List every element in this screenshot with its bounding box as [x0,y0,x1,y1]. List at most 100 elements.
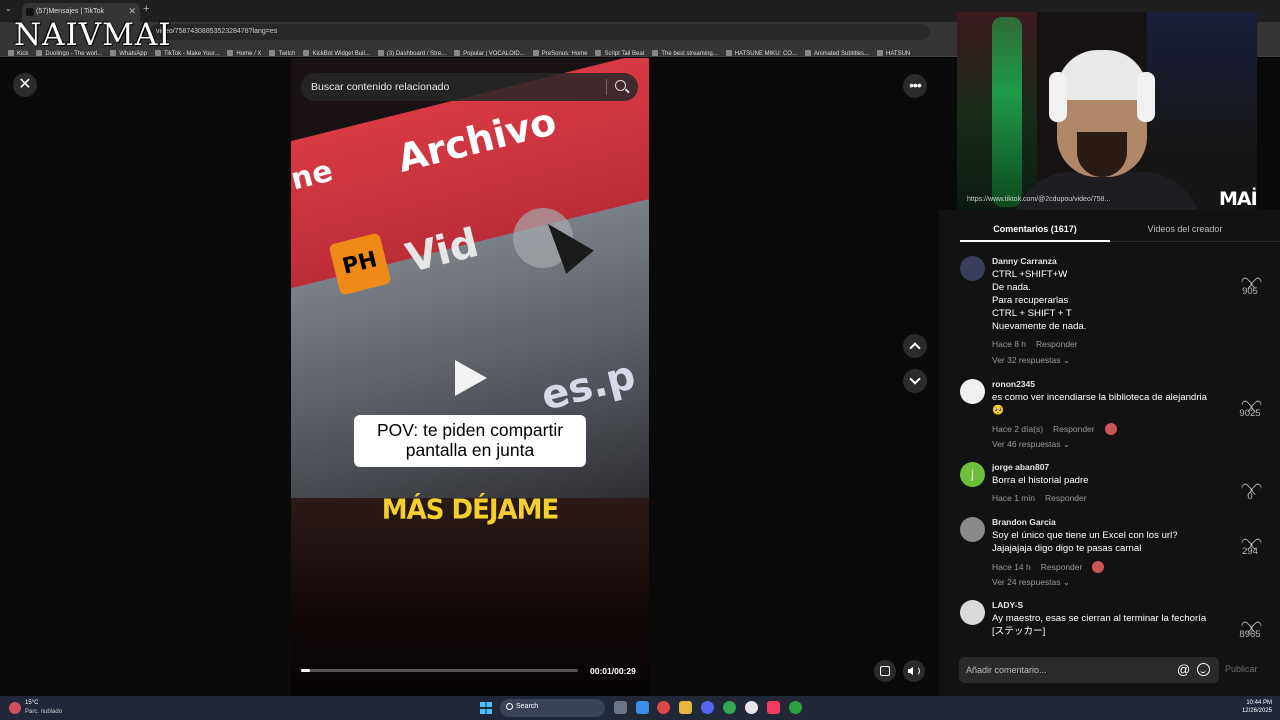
file-explorer-icon[interactable] [679,701,692,714]
view-replies-button[interactable]: Ver 46 respuestas ⌄ [992,439,1070,450]
bookmark-favicon-icon [532,50,539,56]
music-icon[interactable] [767,701,780,714]
chevron-down-icon [909,373,921,385]
bookmark-item[interactable]: Home / X [227,47,261,56]
reply-button[interactable]: Responder [1045,493,1087,503]
emoji-icon[interactable] [1197,663,1210,676]
webcam-overlay: https://www.tiktok.com/@2cdupou/video/75… [957,12,1257,210]
comment-meta: Hace 1 min Responder [992,493,1097,503]
taskview-icon[interactable] [614,701,627,714]
view-replies-button[interactable]: Ver 32 respuestas ⌄ [992,355,1070,366]
screen: ⌄ (57)Mensajes | TikTok ✕ + video/758743… [0,0,1280,720]
bookmark-label: Twitch [278,51,296,57]
bookmark-item[interactable]: The best streaming... [652,47,718,56]
comment-input[interactable]: Añadir comentario... @ [959,657,1219,683]
next-video-button[interactable] [903,369,927,393]
comment-avatar[interactable] [960,379,985,404]
comment-avatar[interactable] [960,256,985,281]
like-heart-icon[interactable] [1246,479,1256,489]
view-replies-button[interactable]: Ver 24 respuestas ⌄ [992,577,1070,588]
comment-line: CTRL +SHIFT+W [992,269,1068,280]
video-progress-bar[interactable] [301,669,578,672]
cam-headphone-right [1137,72,1155,122]
volume-button[interactable] [903,660,925,682]
play-icon[interactable] [455,360,487,396]
taskbar-search-label: Search [516,703,539,710]
comment-time: Hace 14 h [992,562,1031,572]
like-heart-icon[interactable] [1246,534,1256,544]
comment-avatar[interactable] [960,600,985,625]
comment-username[interactable]: Danny Carranza [992,256,1057,266]
weather-desc: Parc. nublado [25,709,63,715]
comment-meta: Hace 8 h Responder [992,339,1088,349]
mention-icon[interactable]: @ [1177,662,1190,677]
comment-username[interactable]: jorge aban807 [992,462,1049,472]
comment-meta: Hace 14 h Responder [992,561,1114,573]
tab-menu-icon[interactable]: ⌄ [5,4,12,13]
comment-line: Ay maestro, esas se cierran al terminar … [992,613,1207,624]
picture-in-picture-button[interactable] [874,660,896,682]
previous-video-button[interactable] [903,334,927,358]
video-player[interactable]: Archivo ne PH Vid es.p POV: te piden com… [291,58,649,696]
bookmark-favicon-icon [269,50,276,56]
taskbar-search-icon [506,703,513,710]
taskbar-search[interactable]: Search [500,699,605,717]
comment-username[interactable]: ronon2345 [992,379,1035,389]
comment-line: Soy el único que tiene un Excel con los … [992,530,1178,541]
bookmark-item[interactable]: HATSUNE MIKU: CO... [725,47,797,56]
reply-button[interactable]: Responder [1041,562,1083,572]
comment-time: Hace 8 h [992,339,1027,349]
chatgpt-icon[interactable] [745,701,758,714]
tiktok-favicon-icon [26,8,34,16]
publish-button[interactable]: Publicar [1225,664,1258,674]
sound-wave-icon [914,666,920,676]
bookmark-favicon-icon [652,50,659,56]
bookmark-item[interactable]: Script Tail Beat [595,47,644,56]
more-options-button[interactable]: ••• [903,74,927,98]
bookmark-item[interactable]: Twitch [269,47,296,57]
bookmark-item[interactable]: Popular | VOCALOID... [454,47,525,57]
app-icon[interactable] [657,701,670,714]
bookmark-item[interactable]: Animated Subtitles... [804,47,869,56]
speaker-icon [908,667,913,675]
bookmark-item[interactable]: HATSUN [877,47,910,56]
pip-icon [880,666,890,676]
related-search[interactable]: Buscar contenido relacionado [301,73,638,101]
like-heart-icon[interactable] [1246,617,1256,627]
comment-username[interactable]: LADY-S [992,600,1023,610]
bookmark-favicon-icon [454,50,461,56]
tab-comments[interactable]: Comentarios (1617) [960,218,1110,242]
bookmark-label: Popular | VOCALOID... [463,51,525,57]
windows-start-icon[interactable] [480,702,492,714]
tab-close-icon[interactable]: ✕ [128,6,136,17]
taskbar-clock[interactable]: 10:44 PM 12/26/2025 [1236,699,1272,715]
new-tab-icon[interactable]: + [143,3,149,15]
cam-beanie [1057,50,1147,100]
address-field[interactable]: video/7587430885352328478?lang=es [150,24,930,40]
comment-username[interactable]: Brandon Garcia [992,517,1056,527]
like-heart-icon[interactable] [1246,396,1256,406]
bookmark-favicon-icon [725,50,732,56]
bookmark-favicon-icon [377,50,384,56]
bookmark-item[interactable]: (3) Dashboard / Stre... [377,47,446,56]
widgets-icon[interactable] [636,701,649,714]
search-icon[interactable] [615,80,626,91]
chrome-icon[interactable] [723,701,736,714]
search-placeholder: Buscar contenido relacionado [311,81,450,93]
comment-avatar[interactable]: j [960,462,985,487]
reply-button[interactable]: Responder [1036,339,1078,349]
discord-icon[interactable] [701,701,714,714]
xbox-icon[interactable] [789,701,802,714]
reply-button[interactable]: Responder [1053,424,1095,434]
comment-placeholder: Añadir comentario... [966,665,1047,675]
like-heart-icon[interactable] [1246,273,1256,283]
comment-text: Borra el historial padre [992,474,1242,487]
bookmark-item[interactable]: PreSonus: Home [532,47,587,56]
comment-avatar[interactable] [960,517,985,542]
clock-date: 12/26/2025 [1241,708,1272,714]
video-caption-secondary: MÁS DÉJAME [381,494,560,526]
tab-creator-videos[interactable]: Videos del creador [1110,218,1260,234]
close-button[interactable]: ✕ [13,73,37,97]
bookmark-item[interactable]: KickBot Widget Buil... [303,47,370,56]
caption-line-2: pantalla en junta [405,440,535,460]
